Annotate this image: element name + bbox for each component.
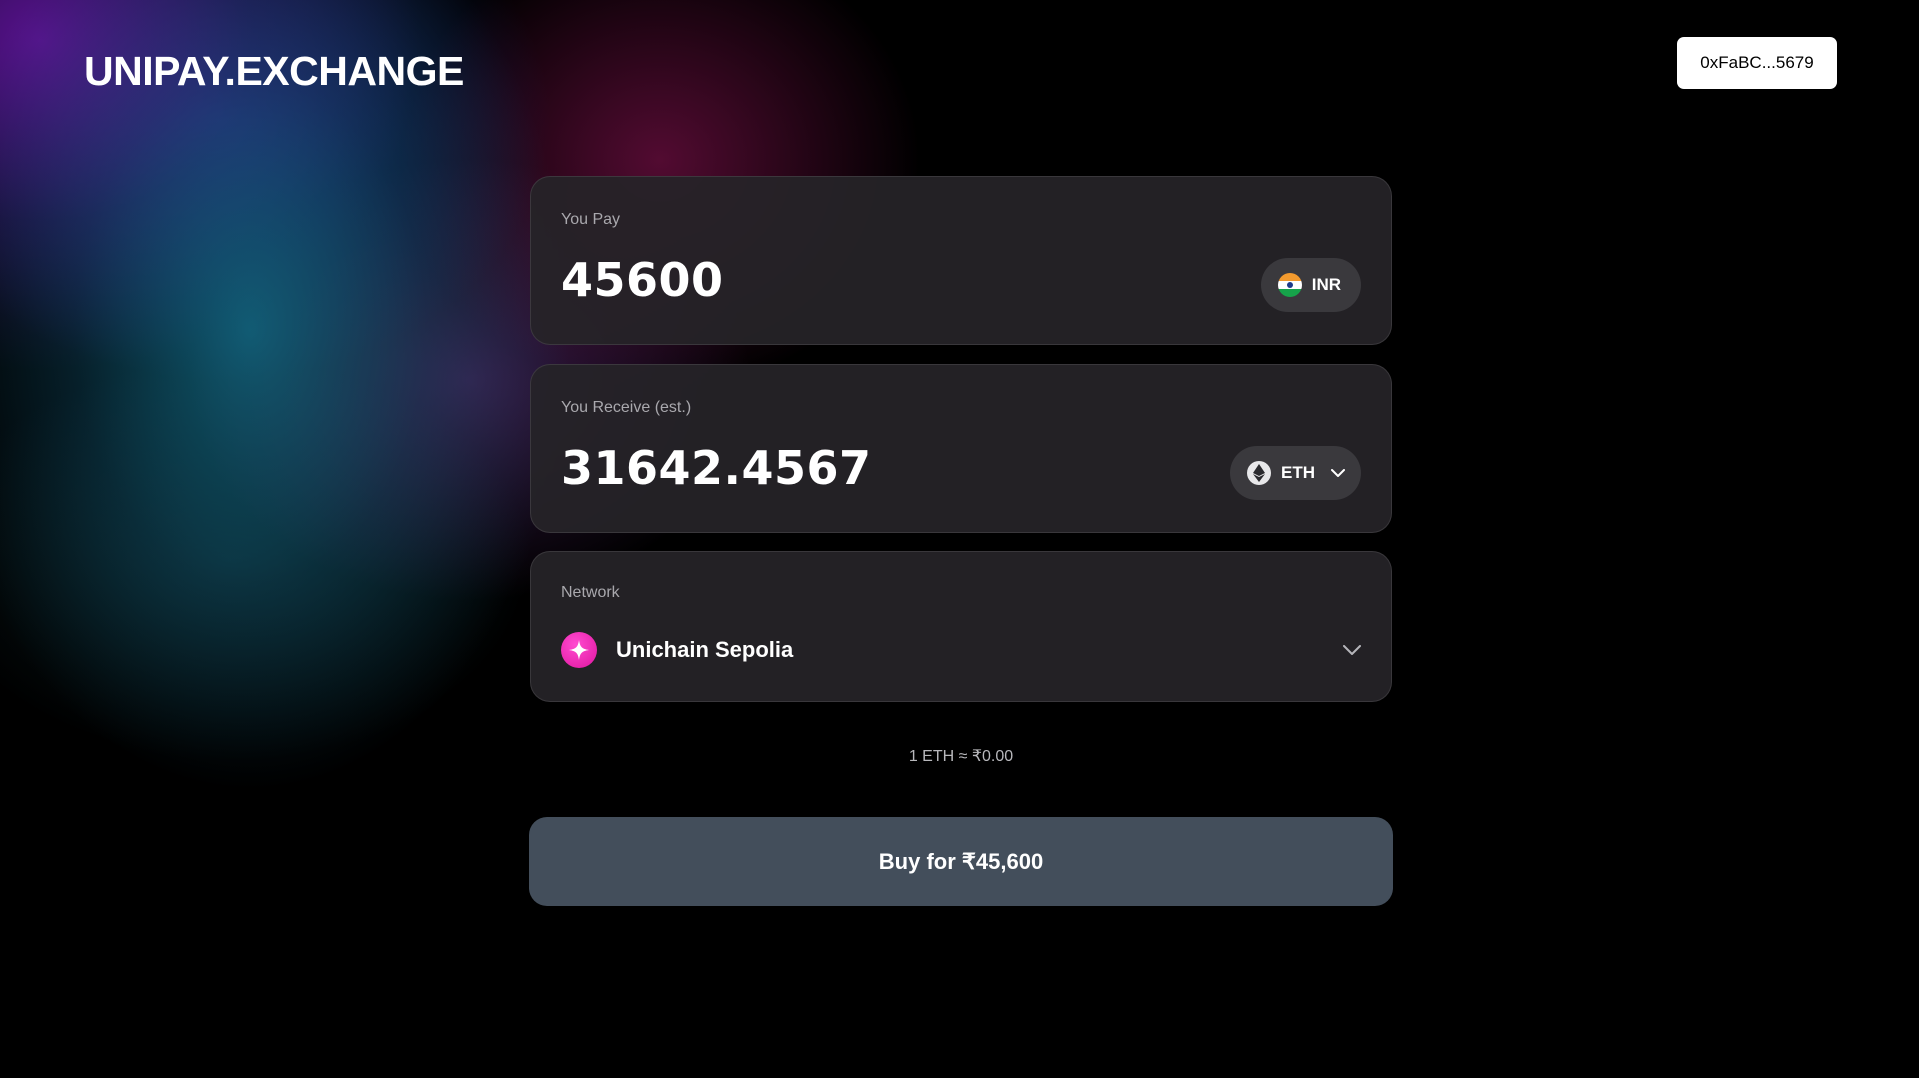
pay-label: You Pay <box>561 211 621 228</box>
buy-button[interactable]: Buy for ₹45,600 <box>529 817 1393 906</box>
exchange-rate: 1 ETH ≈ ₹0.00 <box>908 748 1014 765</box>
chevron-down-icon <box>1331 468 1345 478</box>
token-selector[interactable]: ETH <box>1230 446 1361 500</box>
network-label: Network <box>561 584 620 601</box>
currency-selector[interactable]: INR <box>1260 258 1361 312</box>
receive-amount: 31642.4567 <box>561 441 872 495</box>
pay-card: You Pay 45600 INR <box>530 176 1392 345</box>
receive-label: You Receive (est.) <box>561 399 692 416</box>
currency-label: INR <box>1311 275 1341 294</box>
pay-amount-input[interactable]: 45600 <box>561 253 724 307</box>
network-selector[interactable]: Unichain Sepolia <box>561 632 1361 668</box>
ethereum-icon <box>1247 461 1271 485</box>
unichain-icon <box>561 632 597 668</box>
network-card: Network Unichain Sepolia <box>530 551 1392 702</box>
app-logo[interactable]: UNIPAY.EXCHANGE <box>84 48 464 95</box>
chevron-down-icon[interactable] <box>1343 644 1361 656</box>
background-gradient <box>0 0 1919 1078</box>
wallet-address-button[interactable]: 0xFaBC...5679 <box>1677 37 1837 89</box>
india-flag-icon <box>1277 273 1302 297</box>
token-label: ETH <box>1281 463 1315 482</box>
network-name: Unichain Sepolia <box>616 637 794 662</box>
receive-card: You Receive (est.) 31642.4567 ETH <box>530 364 1392 533</box>
